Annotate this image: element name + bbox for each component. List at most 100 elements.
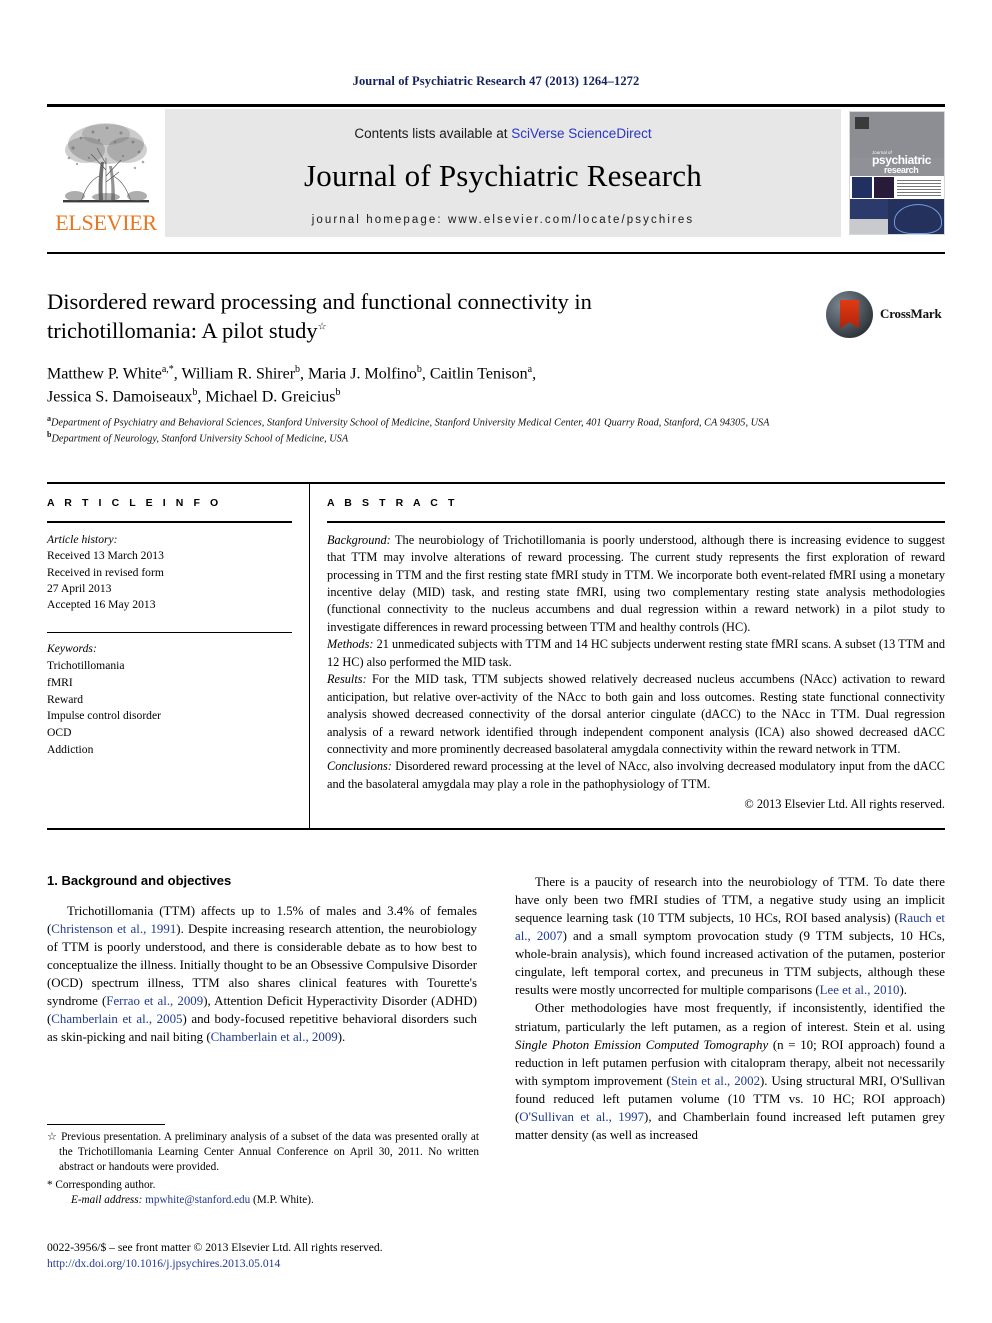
doi-link[interactable]: http://dx.doi.org/10.1016/j.jpsychires.2… [47, 1256, 487, 1272]
title-rule [47, 252, 945, 254]
header-rule [47, 104, 945, 107]
body-paragraph: There is a paucity of research into the … [515, 873, 945, 999]
footnote-star-marker: ☆ [47, 1131, 58, 1143]
keyword-item: fMRI [47, 675, 73, 689]
citation-link[interactable]: O'Sullivan et al., 1997 [519, 1110, 644, 1124]
author-affiliation-marker[interactable]: b [192, 387, 197, 398]
article-title-line2: trichotillomania: A pilot study [47, 317, 318, 343]
paper-page: Journal of Psychiatric Research 47 (2013… [0, 0, 992, 1323]
citation-link[interactable]: Chamberlain et al., 2009 [211, 1030, 338, 1044]
contents-prefix: Contents lists available at [354, 126, 512, 141]
email-label: E-mail address: [71, 1194, 143, 1207]
keywords-rule [47, 631, 292, 634]
abstract-heading: A B S T R A C T [327, 497, 458, 509]
title-footnote-marker[interactable]: ☆ [318, 321, 327, 332]
history-item: Received 13 March 2013 [47, 549, 164, 563]
email-suffix: (M.P. White). [250, 1194, 314, 1207]
author-affiliation-marker[interactable]: a,* [162, 364, 174, 375]
author-list: Matthew P. Whitea,*, William R. Shirerb,… [47, 363, 537, 405]
abstract-section-label: Results: [327, 672, 367, 687]
keyword-item: Impulse control disorder [47, 709, 161, 723]
issn-copyright-line: 0022-3956/$ – see front matter © 2013 El… [47, 1241, 383, 1254]
history-item: 27 April 2013 [47, 581, 112, 595]
cover-brain-icon [894, 204, 942, 234]
abstract-underline [327, 521, 945, 523]
cover-barcode-icon [855, 117, 869, 129]
title-block: Disordered reward processing and functio… [47, 288, 807, 409]
article-info-underline [47, 521, 292, 523]
abstract-body: Background: The neurobiology of Trichoti… [327, 532, 945, 814]
journal-title: Journal of Psychiatric Research [304, 158, 702, 193]
author-affiliation-marker[interactable]: a [528, 364, 532, 375]
history-item: Received in revised form [47, 565, 164, 579]
footnote-previous-presentation: ☆ Previous presentation. A preliminary a… [47, 1130, 479, 1175]
body-text: Other methodologies have most frequently… [515, 1001, 945, 1034]
author-name: Jessica S. Damoiseaux [47, 387, 193, 405]
abstract-section: Conclusions: Disordered reward processin… [327, 758, 945, 793]
keyword-item: Addiction [47, 742, 94, 756]
article-history-label: Article history: [47, 532, 118, 546]
running-head: Journal of Psychiatric Research 47 (2013… [352, 74, 640, 88]
footnote-rule [47, 1124, 165, 1126]
citation-link[interactable]: Chamberlain et al., 2005 [51, 1012, 182, 1026]
journal-cover-thumbnail: Journal of psychiatric research [849, 109, 945, 237]
author-name: Caitlin Tenison [429, 364, 528, 382]
citation-link[interactable]: Stein et al., 2002 [671, 1074, 760, 1088]
journal-masthead: ELSEVIER Contents lists available at Sci… [47, 109, 945, 237]
article-history: Article history: Received 13 March 2013 … [47, 532, 292, 614]
body-text: There is a paucity of research into the … [515, 875, 945, 926]
abstract-section-label: Background: [327, 532, 391, 547]
body-column-right: There is a paucity of research into the … [515, 873, 945, 1144]
citation-link[interactable]: Lee et al., 2010 [820, 983, 900, 997]
abstract-copyright: © 2013 Elsevier Ltd. All rights reserved… [744, 797, 945, 812]
abstract-end-rule [47, 828, 945, 830]
article-title-line1: Disordered reward processing and functio… [47, 289, 592, 314]
author-affiliation-marker[interactable]: b [417, 364, 422, 375]
author-name: Maria J. Molfino [308, 364, 417, 382]
abstract-section-label: Methods: [327, 637, 374, 652]
article-info-heading: A R T I C L E I N F O [47, 497, 222, 509]
body-text: ). [899, 983, 907, 998]
history-item: Accepted 16 May 2013 [47, 598, 156, 612]
elsevier-logo: ELSEVIER [47, 109, 165, 237]
abstract-section-text: For the MID task, TTM subjects showed re… [327, 672, 945, 757]
author-affiliation-marker[interactable]: b [295, 364, 300, 375]
email-link[interactable]: mpwhite@stanford.edu [145, 1194, 250, 1206]
footnote-corresponding-text: Corresponding author. [52, 1179, 156, 1192]
crossmark-badge[interactable]: CrossMark [826, 286, 944, 342]
footnote-email-line: E-mail address: mpwhite@stanford.edu (M.… [47, 1193, 479, 1208]
abstract-column: A B S T R A C T Background: The neurobio… [327, 497, 945, 814]
body-column-left: 1. Background and objectives Trichotillo… [47, 873, 477, 1144]
abstract-section-text: 21 unmedicated subjects with TTM and 14 … [327, 637, 945, 669]
footnotes: ☆ Previous presentation. A preliminary a… [47, 1130, 479, 1209]
cover-journal-name: Journal of psychiatric research [872, 150, 931, 176]
page-footer: 0022-3956/$ – see front matter © 2013 El… [47, 1240, 487, 1272]
section-heading: 1. Background and objectives [47, 873, 232, 888]
info-abstract-divider [309, 484, 311, 828]
italic-term: Single Photon Emission Computed Tomograp… [515, 1037, 769, 1052]
abstract-section-text: Disordered reward processing at the leve… [327, 759, 945, 791]
sciencedirect-link[interactable]: SciVerse ScienceDirect [511, 126, 651, 141]
author-name: Matthew P. White [47, 364, 162, 382]
abstract-section: Results: For the MID task, TTM subjects … [327, 671, 945, 758]
crossmark-label: CrossMark [880, 306, 942, 321]
affiliations: aDepartment of Psychiatry and Behavioral… [47, 414, 847, 446]
abstract-section-label: Conclusions: [327, 759, 392, 774]
abstract-section: Background: The neurobiology of Trichoti… [327, 532, 945, 637]
keywords-block: Keywords: Trichotillomania fMRI Reward I… [47, 641, 292, 758]
journal-banner: Contents lists available at SciVerse Sci… [165, 109, 841, 237]
affiliation-text: Department of Neurology, Stanford Univer… [51, 433, 349, 445]
footnote-star-text: Previous presentation. A preliminary ana… [57, 1131, 479, 1174]
citation-link[interactable]: Ferrao et al., 2009 [106, 994, 203, 1008]
contents-available-line: Contents lists available at SciVerse Sci… [354, 126, 651, 141]
info-rule [47, 482, 945, 484]
author-name: Michael D. Greicius [205, 387, 336, 405]
abstract-section-text: The neurobiology of Trichotillomania is … [327, 532, 945, 634]
affiliation-text: Department of Psychiatry and Behavioral … [51, 417, 770, 429]
author-affiliation-marker[interactable]: b [336, 387, 341, 398]
journal-homepage-link[interactable]: journal homepage: www.elsevier.com/locat… [312, 214, 695, 226]
abstract-section: Methods: 21 unmedicated subjects with TT… [327, 636, 945, 671]
body-paragraph: Other methodologies have most frequently… [515, 999, 945, 1144]
citation-link[interactable]: Christenson et al., 1991 [51, 922, 176, 936]
crossmark-icon [826, 290, 873, 338]
